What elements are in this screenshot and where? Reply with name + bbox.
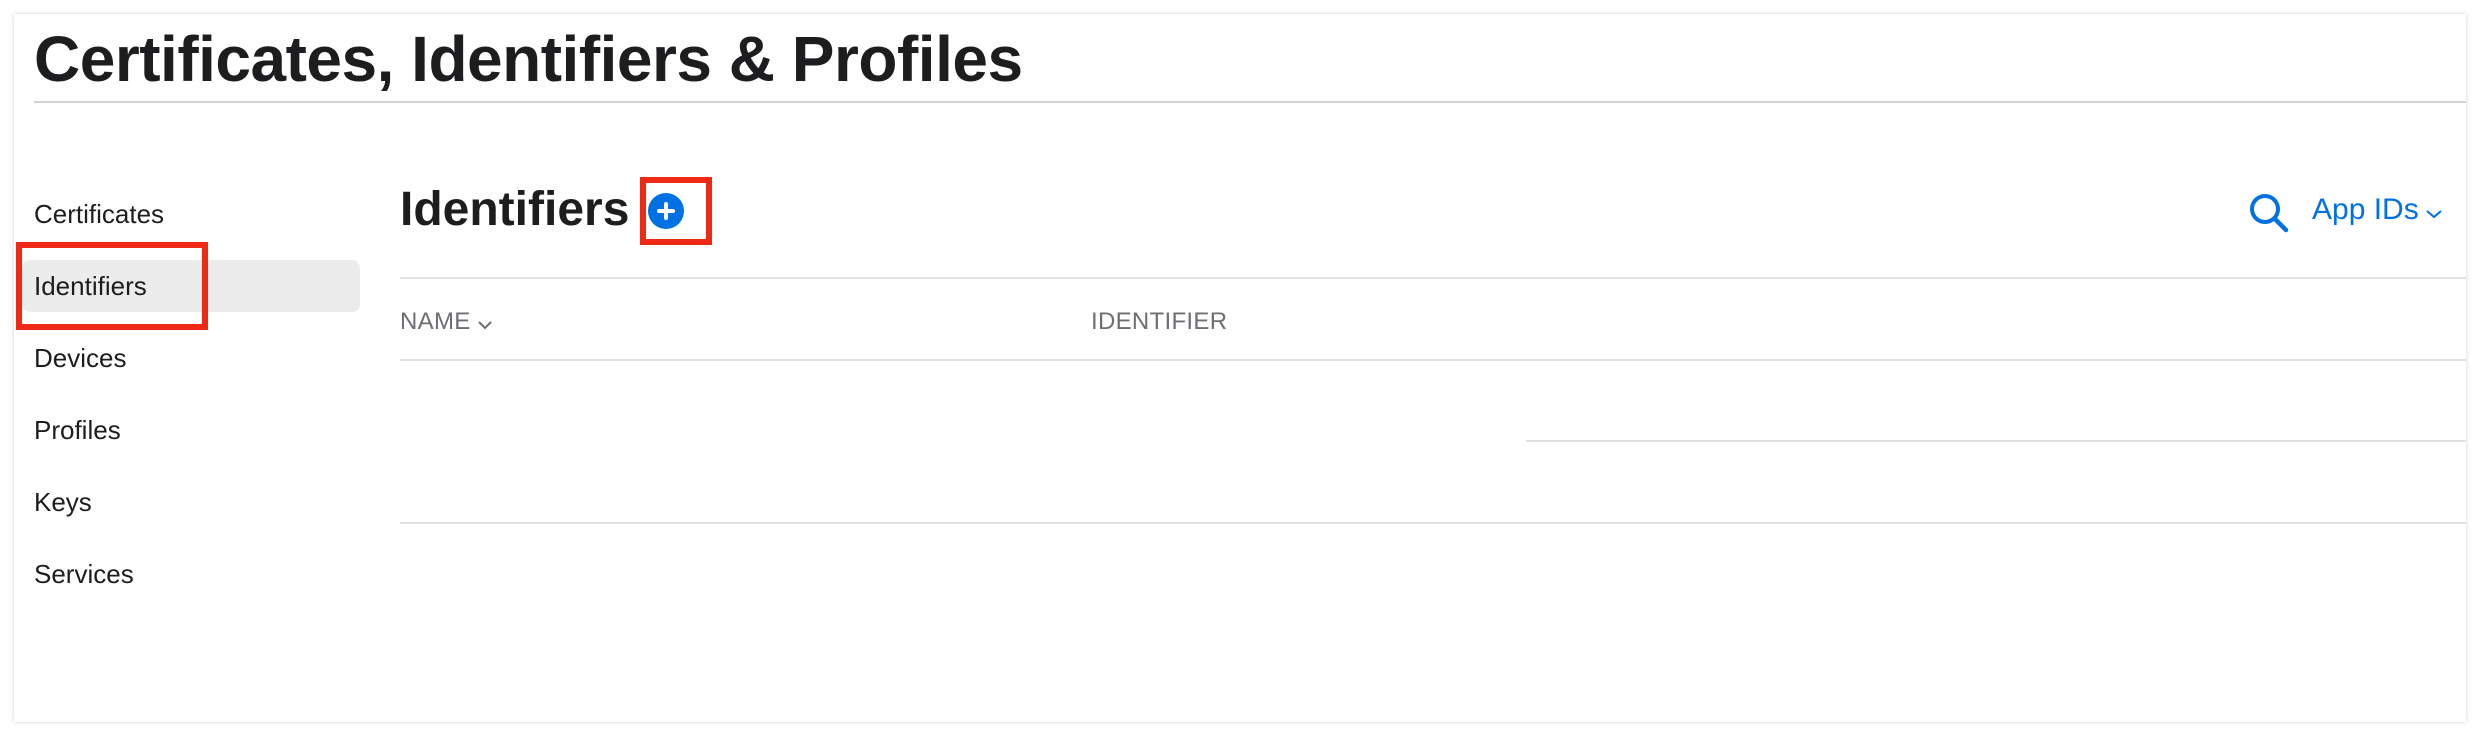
- chevron-down-icon: [2425, 189, 2443, 233]
- table-top-rule: [400, 277, 2466, 279]
- filter-selected-label: App IDs: [2312, 193, 2419, 226]
- section-title: Identifiers: [400, 183, 630, 236]
- table-bottom-rule: [400, 522, 2466, 524]
- sidebar-item-profiles[interactable]: Profiles: [34, 404, 121, 456]
- column-header-identifier: IDENTIFIER: [1091, 308, 1228, 335]
- identifiers-highlight-box: [16, 242, 208, 330]
- search-icon: [2250, 194, 2289, 233]
- page-title: Certificates, Identifiers & Profiles: [34, 23, 1023, 95]
- column-header-name[interactable]: NAME: [400, 304, 493, 340]
- search-button[interactable]: [2246, 190, 2292, 236]
- add-button-highlight-box: [640, 177, 712, 245]
- sidebar-item-devices[interactable]: Devices: [34, 332, 126, 384]
- identifier-type-filter[interactable]: App IDs: [2312, 188, 2443, 232]
- sidebar-item-certificates[interactable]: Certificates: [34, 188, 164, 240]
- chevron-down-icon: [477, 305, 493, 341]
- table-header-rule: [400, 359, 2466, 361]
- table-row-rule: [1526, 440, 2466, 442]
- content-panel: [14, 14, 2466, 722]
- title-divider: [34, 101, 2466, 103]
- sidebar-item-services[interactable]: Services: [34, 548, 134, 600]
- column-header-name-label: NAME: [400, 308, 471, 335]
- sidebar-item-keys[interactable]: Keys: [34, 476, 92, 528]
